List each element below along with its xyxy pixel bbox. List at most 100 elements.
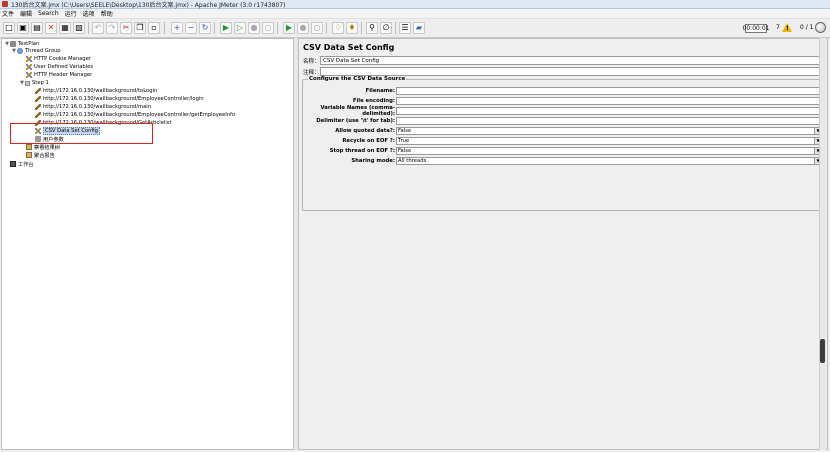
delimiter-field[interactable] — [396, 116, 822, 125]
allow-quoted-row: Allow quoted data?: False ▼ — [305, 126, 822, 135]
menu-run[interactable]: 运行 — [65, 9, 77, 18]
expand-icon[interactable]: + — [171, 22, 183, 34]
recycle-on-eof-select[interactable]: True ▼ — [396, 136, 822, 145]
menu-help[interactable]: 帮助 — [101, 9, 113, 18]
tree-node-sampler[interactable]: http://172.16.0.130/wallbackground/Emplo… — [35, 111, 235, 119]
tree-node-cookie-manager[interactable]: HTTP Cookie Manager — [26, 55, 91, 63]
name-row: 名称： CSV Data Set Config — [303, 56, 822, 65]
workbench-icon — [10, 161, 16, 167]
csv-data-source-group: Configure the CSV Data Source Filename: … — [302, 76, 825, 211]
cut-icon[interactable]: ✂ — [120, 22, 132, 34]
tree-node-view-results-tree[interactable]: 察看结果树 — [26, 143, 60, 151]
filename-field[interactable] — [396, 86, 822, 95]
toolbar-separator — [214, 22, 215, 34]
tree-node-label: User Defined Variables — [34, 64, 94, 70]
name-label: 名称： — [303, 58, 320, 65]
sharing-mode-row: Sharing mode: All threads ▼ — [305, 156, 822, 165]
thread-group-icon — [17, 48, 23, 54]
tree-node-header-manager[interactable]: HTTP Header Manager — [26, 71, 92, 79]
csv-config-panel: CSV Data Set Config 名称： CSV Data Set Con… — [298, 38, 828, 450]
function-helper-icon[interactable]: ☰ — [399, 22, 411, 34]
start-icon[interactable]: ▶ — [220, 22, 232, 34]
stop-icon[interactable]: ● — [248, 22, 260, 34]
allow-quoted-select[interactable]: False ▼ — [396, 126, 822, 135]
toolbar-separator — [395, 22, 396, 34]
tree-node-step-1[interactable]: ▼ Step 1 — [19, 79, 49, 87]
tree-node-sampler[interactable]: http://172.16.0.130/wallbackground/main — [35, 103, 151, 111]
tree-node-label: 聚合报告 — [34, 152, 55, 159]
stop-thread-on-eof-select[interactable]: False ▼ — [396, 146, 822, 155]
tree-node-workbench[interactable]: 工作台 — [10, 160, 34, 168]
remote-shutdown-icon[interactable]: ○ — [311, 22, 323, 34]
remote-status-icon[interactable] — [815, 22, 826, 33]
templates-icon[interactable]: ▣ — [17, 22, 29, 34]
sampler-pencil-icon — [35, 96, 41, 102]
tree-node-label: HTTP Header Manager — [34, 72, 93, 78]
collapse-icon[interactable]: − — [185, 22, 197, 34]
annotation-highlight-box — [10, 123, 153, 144]
new-icon[interactable]: □ — [3, 22, 15, 34]
test-plan-tree[interactable]: ▼ TestPlan ▼ Thread Group HTTP Cookie Ma… — [1, 38, 294, 450]
redo-icon[interactable]: ↷ — [106, 22, 118, 34]
sharing-mode-label: Sharing mode: — [351, 157, 395, 164]
open-icon[interactable]: ▤ — [31, 22, 43, 34]
menu-options[interactable]: 选项 — [83, 9, 95, 18]
tree-node-thread-group[interactable]: ▼ Thread Group — [11, 47, 61, 55]
warning-icon[interactable] — [782, 23, 792, 32]
paste-icon[interactable]: ▫ — [148, 22, 160, 34]
tree-node-label: http://172.16.0.130/wallbackground/Emplo… — [43, 112, 236, 118]
toolbar-separator — [326, 22, 327, 34]
scrollbar-thumb[interactable] — [820, 339, 825, 363]
stop-thread-on-eof-label: Stop thread on EOF ?: — [329, 147, 395, 154]
tree-node-label: HTTP Cookie Manager — [34, 56, 91, 62]
tree-node-sampler[interactable]: http://172.16.0.130/wallbackground/toLog… — [35, 87, 157, 95]
sharing-mode-select[interactable]: All threads ▼ — [396, 156, 822, 165]
save-icon[interactable]: ▦ — [59, 22, 71, 34]
tree-node-aggregate-report[interactable]: 聚合报告 — [26, 151, 55, 159]
variable-names-row: Variable Names (comma-delimited): — [305, 104, 822, 117]
search-icon[interactable]: ⚲ — [366, 22, 378, 34]
page-title: CSV Data Set Config — [303, 43, 395, 52]
listener-icon — [26, 152, 32, 158]
undo-icon[interactable]: ↶ — [92, 22, 104, 34]
tree-node-sampler[interactable]: http://172.16.0.130/wallbackground/Emplo… — [35, 95, 204, 103]
save-as-icon[interactable]: ▧ — [73, 22, 85, 34]
reset-search-icon[interactable]: ∅ — [380, 22, 392, 34]
menu-search[interactable]: Search — [38, 10, 59, 17]
active-threads: 0 / 1 — [800, 24, 814, 31]
allow-quoted-label: Allow quoted data?: — [335, 127, 395, 134]
shutdown-icon[interactable]: ○ — [262, 22, 274, 34]
toggle-icon[interactable]: ↻ — [199, 22, 211, 34]
tree-node-user-defined-variables[interactable]: User Defined Variables — [26, 63, 93, 71]
copy-icon[interactable]: ❐ — [134, 22, 146, 34]
file-encoding-field[interactable] — [396, 96, 822, 105]
section-title: Configure the CSV Data Source — [308, 76, 407, 82]
tree-node-label: 工作台 — [18, 161, 34, 168]
menu-file[interactable]: 文件 — [2, 9, 14, 18]
start-no-pause-icon[interactable]: ▷ — [234, 22, 246, 34]
variable-names-field[interactable] — [396, 106, 822, 115]
window-title-bar: 130后台文案.jmx (C:\Users\SEELE\Desktop\130后… — [0, 0, 830, 9]
help-icon[interactable]: ▰ — [413, 22, 425, 34]
clear-all-icon[interactable]: ♦ — [346, 22, 358, 34]
toolbar-separator — [88, 22, 89, 34]
recycle-on-eof-row: Recycle on EOF ?: True ▼ — [305, 136, 822, 145]
jmeter-app-icon — [2, 1, 8, 7]
sharing-mode-value: All threads — [398, 157, 427, 164]
toolbar: □ ▣ ▤ ✕ ▦ ▧ ↶ ↷ ✂ ❐ ▫ + − ↻ ▶ ▷ ● ○ ▶ ● … — [0, 19, 830, 38]
clear-icon[interactable]: ♢ — [332, 22, 344, 34]
comment-field[interactable] — [320, 67, 822, 76]
menu-edit[interactable]: 编辑 — [20, 9, 32, 18]
toolbar-separator — [277, 22, 278, 34]
file-encoding-label: File encoding: — [352, 97, 395, 104]
remote-stop-icon[interactable]: ● — [297, 22, 309, 34]
config-wrench-icon — [26, 56, 32, 62]
tree-node-label: http://172.16.0.130/wallbackground/main — [43, 104, 151, 110]
scrollbar-track[interactable] — [819, 38, 826, 450]
config-wrench-icon — [26, 72, 32, 78]
name-field[interactable]: CSV Data Set Config — [320, 56, 822, 65]
menu-bar: 文件 编辑 Search 运行 选项 帮助 — [0, 9, 830, 19]
remote-start-icon[interactable]: ▶ — [283, 22, 295, 34]
close-icon[interactable]: ✕ — [45, 22, 57, 34]
variable-names-label: Variable Names (comma-delimited): — [320, 104, 395, 117]
